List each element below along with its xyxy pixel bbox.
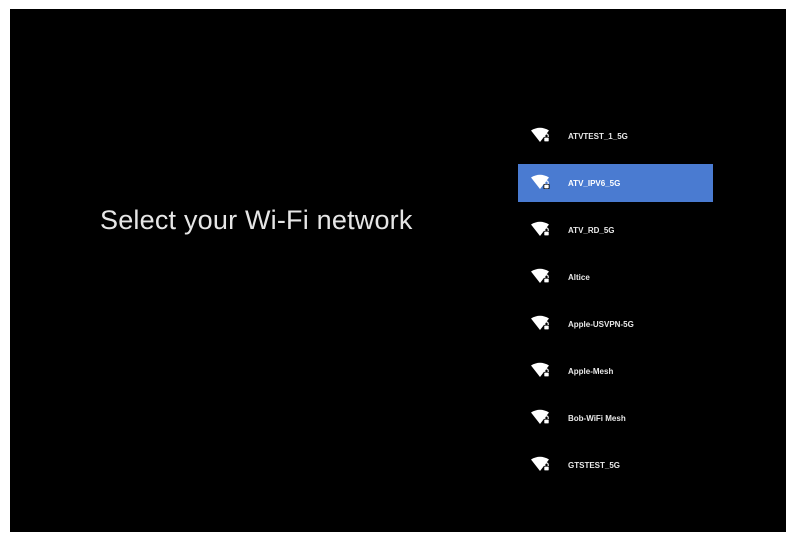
- wifi-network-item[interactable]: Altice: [518, 258, 713, 296]
- wifi-lock-icon: [530, 174, 552, 192]
- wifi-network-item[interactable]: Bob-WiFi Mesh: [518, 399, 713, 437]
- wifi-network-name: Apple-USVPN-5G: [568, 319, 634, 329]
- wifi-lock-icon: [530, 268, 552, 286]
- wifi-network-name: ATV_IPV6_5G: [568, 178, 621, 188]
- wifi-network-list: ATVTEST_1_5G ATV_IPV6_5G ATV_RD_5G Altice Ap…: [518, 117, 713, 493]
- wifi-network-name: Apple-Mesh: [568, 366, 614, 376]
- wifi-network-item[interactable]: ATV_RD_5G: [518, 211, 713, 249]
- wifi-network-item[interactable]: GTSTEST_5G: [518, 446, 713, 484]
- wifi-lock-icon: [530, 127, 552, 145]
- page-title: Select your Wi-Fi network: [100, 205, 413, 235]
- wifi-network-item[interactable]: Apple-Mesh: [518, 352, 713, 390]
- wifi-network-item[interactable]: ATVTEST_1_5G: [518, 117, 713, 155]
- wifi-lock-icon: [530, 221, 552, 239]
- wifi-lock-icon: [530, 315, 552, 333]
- wifi-network-name: Altice: [568, 272, 590, 282]
- wifi-network-item[interactable]: ATV_IPV6_5G: [518, 164, 713, 202]
- wifi-lock-icon: [530, 409, 552, 427]
- wifi-network-name: GTSTEST_5G: [568, 460, 621, 470]
- wifi-network-name: ATV_RD_5G: [568, 225, 615, 235]
- tv-screen: Select your Wi-Fi network ATVTEST_1_5G AT…: [10, 9, 786, 532]
- wifi-network-name: ATVTEST_1_5G: [568, 131, 628, 141]
- wifi-network-name: Bob-WiFi Mesh: [568, 413, 626, 423]
- wifi-lock-icon: [530, 456, 552, 474]
- wifi-network-item[interactable]: Apple-USVPN-5G: [518, 305, 713, 343]
- wifi-lock-icon: [530, 362, 552, 380]
